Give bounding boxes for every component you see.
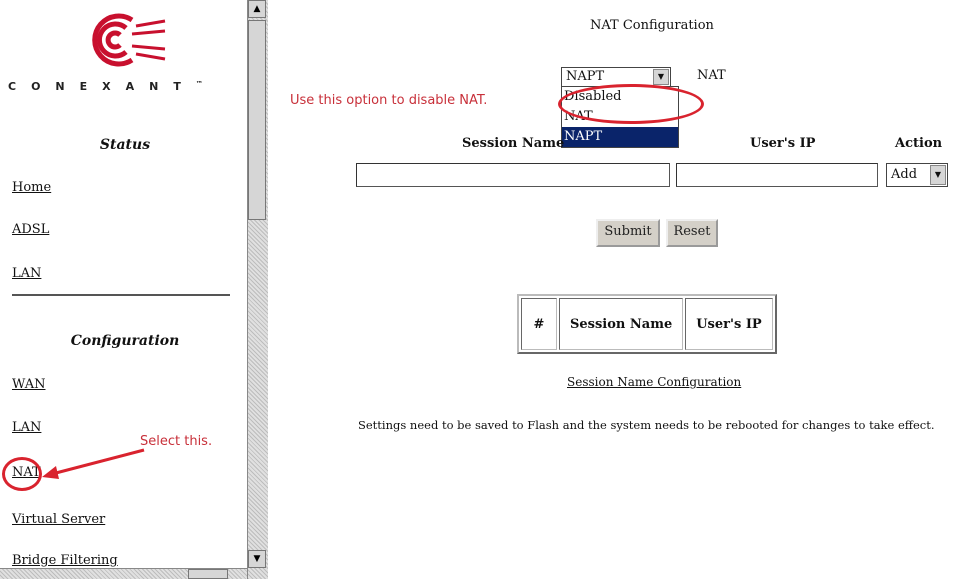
disabled-highlight-ring — [558, 84, 704, 124]
horizontal-scroll-thumb[interactable] — [188, 569, 228, 579]
action-header: Action — [895, 136, 943, 151]
conexant-logo-icon — [92, 13, 166, 67]
configuration-section-title: Configuration — [70, 333, 180, 349]
scroll-thumb[interactable] — [248, 20, 266, 220]
nav-link-home[interactable]: Home — [12, 180, 51, 195]
chevron-down-icon[interactable]: ▼ — [653, 69, 669, 85]
submit-button[interactable]: Submit — [596, 219, 660, 247]
sidebar-horizontal-scrollbar[interactable] — [0, 568, 247, 579]
session-name-header: Session Name — [462, 136, 565, 151]
chevron-down-icon[interactable]: ▼ — [930, 165, 946, 185]
table-header-session-name: Session Name — [559, 298, 684, 350]
nav-link-adsl[interactable]: ADSL — [12, 222, 49, 237]
save-reboot-note: Settings need to be saved to Flash and t… — [358, 418, 935, 432]
page-title: NAT Configuration — [590, 18, 714, 33]
nat-highlight-ring — [2, 457, 42, 491]
session-table: # Session Name User's IP — [517, 294, 777, 354]
sidebar-vertical-scrollbar[interactable]: ▲ ▼ — [247, 0, 268, 579]
nav-link-bridge-filtering[interactable]: Bridge Filtering — [12, 553, 118, 568]
nat-mode-label: NAT — [697, 68, 726, 83]
session-name-input[interactable] — [356, 163, 670, 187]
navigation-frame: CONEXANT™ Status Home ADSL LAN Configura… — [0, 0, 270, 579]
users-ip-header: User's IP — [750, 136, 816, 151]
session-name-configuration-link[interactable]: Session Name Configuration — [567, 375, 741, 389]
nav-link-lan-status[interactable]: LAN — [12, 266, 41, 281]
table-header-row: # Session Name User's IP — [521, 298, 773, 350]
scroll-up-icon[interactable]: ▲ — [248, 0, 266, 18]
disable-nat-annotation: Use this option to disable NAT. — [290, 93, 488, 108]
nav-link-wan[interactable]: WAN — [12, 377, 45, 392]
status-section-title: Status — [99, 137, 151, 153]
action-select[interactable]: Add ▼ — [886, 163, 948, 187]
select-this-annotation: Select this. — [140, 434, 213, 449]
table-header-number: # — [521, 298, 557, 350]
table-header-users-ip: User's IP — [685, 298, 773, 350]
users-ip-input[interactable] — [676, 163, 878, 187]
nav-link-lan-config[interactable]: LAN — [12, 420, 41, 435]
scroll-down-icon[interactable]: ▼ — [248, 550, 266, 568]
reset-button[interactable]: Reset — [666, 219, 718, 247]
annotation-arrow-icon — [42, 448, 145, 479]
brand-wordmark: CONEXANT™ — [8, 80, 203, 93]
sidebar-divider — [12, 294, 230, 296]
option-napt[interactable]: NAPT — [562, 127, 678, 147]
nav-link-virtual-server[interactable]: Virtual Server — [12, 512, 105, 527]
